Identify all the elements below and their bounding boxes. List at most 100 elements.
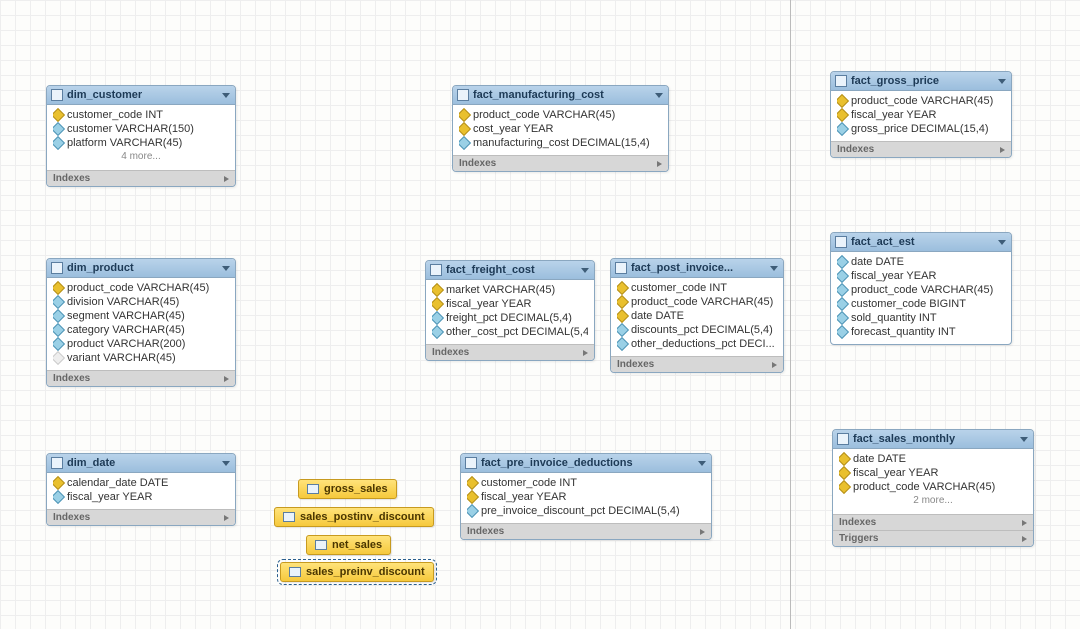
- indexes-section[interactable]: Indexes: [426, 344, 594, 360]
- column: date DATE: [617, 309, 777, 323]
- indexes-section[interactable]: Indexes: [461, 523, 711, 539]
- column: pre_invoice_discount_pct DECIMAL(5,4): [467, 504, 705, 518]
- more-columns[interactable]: 2 more...: [839, 494, 1027, 509]
- table-title: dim_date: [67, 457, 115, 469]
- column: fiscal_year YEAR: [839, 466, 1027, 480]
- table-title: fact_pre_invoice_deductions: [481, 457, 633, 469]
- indexes-section[interactable]: Indexes: [47, 509, 235, 525]
- table-header[interactable]: fact_gross_price: [831, 72, 1011, 91]
- column: market VARCHAR(45): [432, 283, 588, 297]
- chevron-down-icon: [581, 268, 589, 273]
- column-icon: [459, 136, 471, 150]
- eer-canvas[interactable]: dim_customer customer_code INT customer …: [0, 0, 1080, 629]
- view-label: gross_sales: [324, 483, 388, 495]
- column-icon: [837, 325, 849, 339]
- table-fact-post-invoice[interactable]: fact_post_invoice... customer_code INT p…: [610, 258, 784, 373]
- view-icon: [307, 484, 319, 494]
- table-header[interactable]: fact_freight_cost: [426, 261, 594, 280]
- table-title: dim_customer: [67, 89, 142, 101]
- table-fact-freight-cost[interactable]: fact_freight_cost market VARCHAR(45) fis…: [425, 260, 595, 361]
- table-icon: [835, 75, 847, 87]
- column: customer_code INT: [53, 108, 229, 122]
- table-header[interactable]: dim_product: [47, 259, 235, 278]
- column: product_code VARCHAR(45): [839, 480, 1027, 494]
- key-icon: [617, 281, 629, 295]
- table-dim-product[interactable]: dim_product product_code VARCHAR(45) div…: [46, 258, 236, 387]
- table-fact-manufacturing-cost[interactable]: fact_manufacturing_cost product_code VAR…: [452, 85, 669, 172]
- column: product_code VARCHAR(45): [53, 281, 229, 295]
- column: customer_code INT: [467, 476, 705, 490]
- more-columns[interactable]: 4 more...: [53, 150, 229, 165]
- column-icon: [53, 122, 65, 136]
- view-net-sales[interactable]: net_sales: [306, 535, 391, 555]
- column-icon: [53, 490, 65, 504]
- indexes-section[interactable]: Indexes: [47, 370, 235, 386]
- table-fact-pre-invoice-deductions[interactable]: fact_pre_invoice_deductions customer_cod…: [460, 453, 712, 540]
- key-icon: [839, 466, 851, 480]
- column: segment VARCHAR(45): [53, 309, 229, 323]
- indexes-section[interactable]: Indexes: [831, 141, 1011, 157]
- indexes-section[interactable]: Indexes: [47, 170, 235, 186]
- column-list: market VARCHAR(45) fiscal_year YEAR frei…: [426, 280, 594, 344]
- indexes-section[interactable]: Indexes: [611, 356, 783, 372]
- indexes-section[interactable]: Indexes: [833, 514, 1033, 530]
- column: category VARCHAR(45): [53, 323, 229, 337]
- column: product_code VARCHAR(45): [617, 295, 777, 309]
- view-gross-sales[interactable]: gross_sales: [298, 479, 397, 499]
- chevron-down-icon: [222, 461, 230, 466]
- column: platform VARCHAR(45): [53, 136, 229, 150]
- column-icon: [53, 323, 65, 337]
- key-icon: [53, 281, 65, 295]
- column-list: date DATE fiscal_year YEAR product_code …: [833, 449, 1033, 514]
- view-sales-preinv-discount[interactable]: sales_preinv_discount: [280, 562, 434, 582]
- table-title: fact_act_est: [851, 236, 915, 248]
- key-icon: [432, 283, 444, 297]
- table-icon: [51, 89, 63, 101]
- table-icon: [615, 262, 627, 274]
- column-list: product_code VARCHAR(45) cost_year YEAR …: [453, 105, 668, 155]
- column-icon: [432, 325, 444, 339]
- table-header[interactable]: dim_date: [47, 454, 235, 473]
- column: product_code VARCHAR(45): [837, 94, 1005, 108]
- column: product_code VARCHAR(45): [837, 283, 1005, 297]
- column: customer_code INT: [617, 281, 777, 295]
- column: fiscal_year YEAR: [837, 269, 1005, 283]
- column: sold_quantity INT: [837, 311, 1005, 325]
- column: calendar_date DATE: [53, 476, 229, 490]
- key-icon: [617, 309, 629, 323]
- column-icon: [837, 311, 849, 325]
- table-header[interactable]: fact_pre_invoice_deductions: [461, 454, 711, 473]
- table-header[interactable]: fact_act_est: [831, 233, 1011, 252]
- column: date DATE: [837, 255, 1005, 269]
- chevron-right-icon: [224, 515, 229, 521]
- column: freight_pct DECIMAL(5,4): [432, 311, 588, 325]
- column: division VARCHAR(45): [53, 295, 229, 309]
- table-title: fact_sales_monthly: [853, 433, 955, 445]
- key-icon: [459, 122, 471, 136]
- table-dim-date[interactable]: dim_date calendar_date DATE fiscal_year …: [46, 453, 236, 526]
- table-header[interactable]: fact_sales_monthly: [833, 430, 1033, 449]
- indexes-section[interactable]: Indexes: [453, 155, 668, 171]
- column-list: customer_code INT customer VARCHAR(150) …: [47, 105, 235, 170]
- column: fiscal_year YEAR: [432, 297, 588, 311]
- chevron-down-icon: [655, 93, 663, 98]
- table-title: fact_post_invoice...: [631, 262, 733, 274]
- triggers-section[interactable]: Triggers: [833, 530, 1033, 546]
- table-icon: [837, 433, 849, 445]
- table-icon: [430, 264, 442, 276]
- key-icon: [53, 476, 65, 490]
- table-dim-customer[interactable]: dim_customer customer_code INT customer …: [46, 85, 236, 187]
- table-header[interactable]: fact_manufacturing_cost: [453, 86, 668, 105]
- table-fact-act-est[interactable]: fact_act_est date DATE fiscal_year YEAR …: [830, 232, 1012, 345]
- table-fact-sales-monthly[interactable]: fact_sales_monthly date DATE fiscal_year…: [832, 429, 1034, 547]
- table-fact-gross-price[interactable]: fact_gross_price product_code VARCHAR(45…: [830, 71, 1012, 158]
- column-icon: [837, 297, 849, 311]
- column-list: date DATE fiscal_year YEAR product_code …: [831, 252, 1011, 344]
- column: other_deductions_pct DECI...: [617, 337, 777, 351]
- table-header[interactable]: fact_post_invoice...: [611, 259, 783, 278]
- key-icon: [53, 108, 65, 122]
- view-label: sales_postinv_discount: [300, 511, 425, 523]
- key-icon: [432, 297, 444, 311]
- table-header[interactable]: dim_customer: [47, 86, 235, 105]
- view-sales-postinv-discount[interactable]: sales_postinv_discount: [274, 507, 434, 527]
